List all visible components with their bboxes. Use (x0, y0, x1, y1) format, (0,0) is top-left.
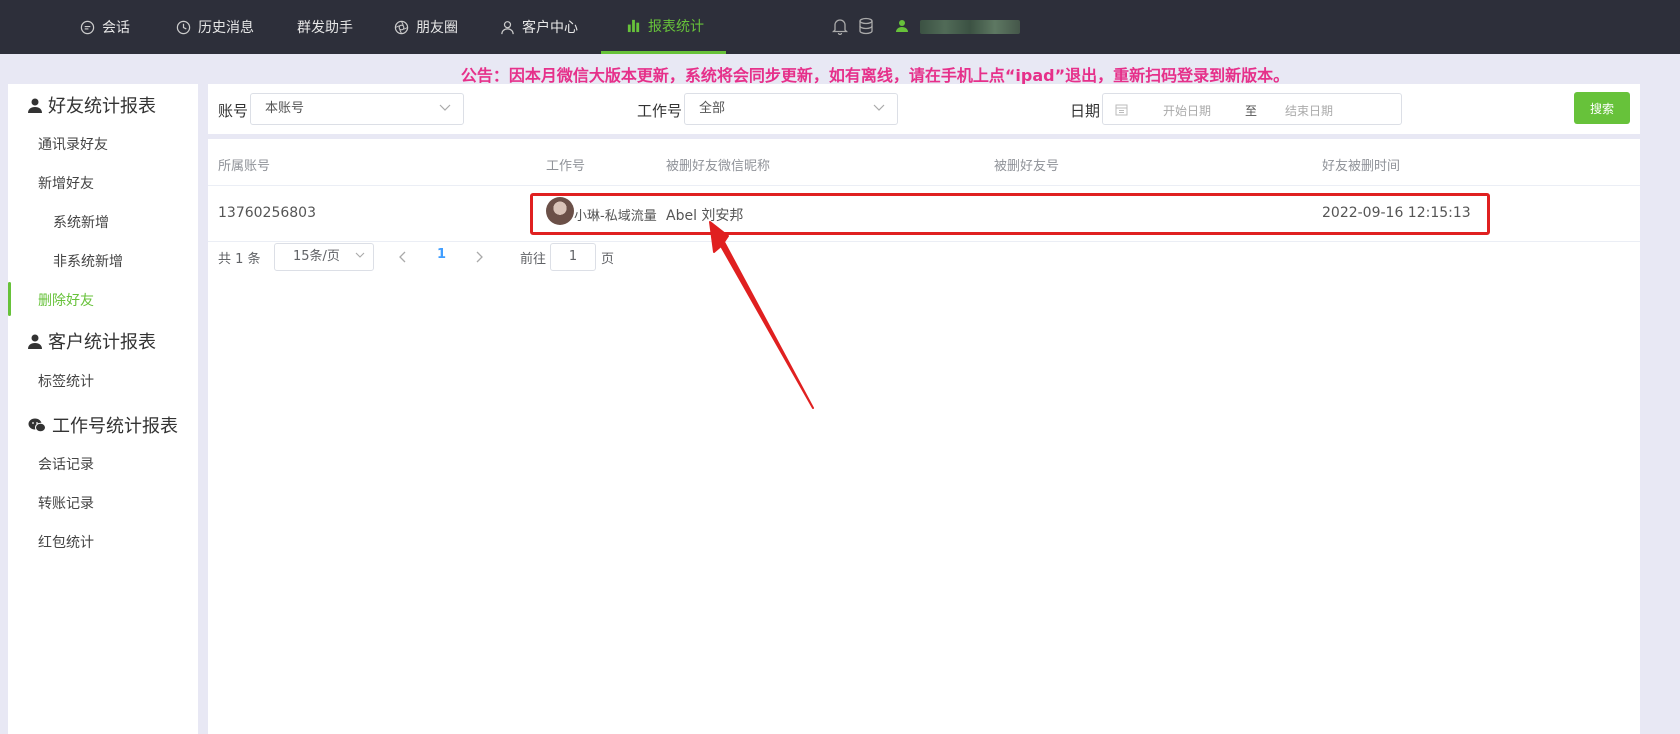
nav-item-reports[interactable]: 报表统计 (601, 0, 726, 54)
date-end-placeholder[interactable]: 结束日期 (1285, 102, 1333, 119)
user-status-icon (896, 20, 908, 32)
search-button[interactable]: 搜索 (1574, 92, 1630, 124)
user-icon (501, 20, 514, 34)
sidebar-group-customers[interactable]: 客户统计报表 (28, 328, 156, 354)
date-range-picker[interactable]: 开始日期 至 结束日期 (1102, 93, 1402, 125)
nav-item-history[interactable]: 历史消息 (176, 0, 254, 54)
database-icon[interactable] (858, 17, 874, 35)
sidebar: 好友统计报表 通讯录好友 新增好友 系统新增 非系统新增 删除好友 客户统计报表… (8, 84, 198, 734)
aperture-icon (394, 20, 409, 34)
current-page[interactable]: 1 (437, 247, 446, 262)
sidebar-group-title: 工作号统计报表 (52, 416, 178, 437)
top-navbar: 会话 历史消息 群发助手 朋友圈 客户中心 报表统计 (0, 0, 1680, 54)
sidebar-item-red-packet-stats[interactable]: 红包统计 (38, 532, 94, 552)
sidebar-group-title: 好友统计报表 (48, 96, 156, 117)
sidebar-group-work-accounts[interactable]: 工作号统计报表 (28, 412, 178, 438)
sidebar-item-contacts[interactable]: 通讯录好友 (38, 134, 108, 154)
sidebar-item-tag-stats[interactable]: 标签统计 (38, 371, 94, 391)
column-header-account: 所属账号 (218, 159, 271, 174)
chat-bubble-icon (80, 20, 95, 34)
sidebar-item-new-friends[interactable]: 新增好友 (38, 173, 94, 193)
page-size-value: 15条/页 (293, 249, 340, 264)
work-select-value: 全部 (699, 101, 726, 116)
column-header-deleted-time: 好友被删时间 (1322, 159, 1401, 174)
clock-icon (176, 20, 191, 34)
sidebar-group-title: 客户统计报表 (48, 332, 156, 353)
results-panel: 所属账号 工作号 被删好友微信昵称 被删好友号 好友被删时间 137602568… (208, 139, 1640, 734)
highlight-box (530, 193, 1490, 235)
wechat-icon (28, 418, 46, 432)
bar-chart-icon (627, 19, 640, 33)
next-page-icon[interactable] (476, 251, 484, 263)
nav-item-label: 历史消息 (198, 20, 254, 36)
active-indicator (8, 282, 11, 316)
nav-item-broadcast[interactable]: 群发助手 (297, 0, 353, 54)
date-start-placeholder[interactable]: 开始日期 (1163, 102, 1211, 119)
row-divider (208, 241, 1640, 242)
column-header-friend-id: 被删好友号 (994, 159, 1060, 174)
nav-item-label: 报表统计 (648, 18, 704, 35)
nav-item-label: 朋友圈 (416, 20, 458, 36)
announcement-banner: 公告：因本月微信大版本更新，系统将会同步更新，如有离线，请在手机上点“ipad”… (460, 66, 1290, 85)
nav-item-label: 会话 (102, 20, 130, 36)
bell-icon[interactable] (832, 17, 848, 35)
date-label: 日期 (1070, 102, 1101, 120)
column-header-nickname: 被删好友微信昵称 (666, 159, 771, 174)
filter-bar: 账号 本账号 工作号 全部 日期 开始日期 至 结束日期 搜索 (208, 84, 1640, 134)
column-header-work: 工作号 (546, 159, 586, 174)
account-label: 账号 (218, 102, 249, 120)
chevron-down-icon (873, 104, 885, 111)
page-size-select[interactable]: 15条/页 (274, 243, 374, 271)
sidebar-group-friends[interactable]: 好友统计报表 (28, 92, 156, 118)
user-icon (28, 334, 42, 349)
nav-item-customer-center[interactable]: 客户中心 (500, 0, 578, 54)
goto-label: 前往 (520, 252, 547, 267)
header-divider (208, 185, 1640, 186)
username-blurred[interactable] (920, 20, 1020, 34)
sidebar-item-system-new[interactable]: 系统新增 (53, 212, 109, 232)
page-suffix: 页 (601, 252, 615, 267)
cell-account: 13760256803 (218, 205, 316, 221)
sidebar-item-transfer-records[interactable]: 转账记录 (38, 493, 94, 513)
work-select[interactable]: 全部 (684, 93, 898, 125)
chevron-down-icon (355, 252, 365, 258)
chevron-down-icon (439, 104, 451, 111)
sidebar-item-deleted-friends[interactable]: 删除好友 (38, 290, 94, 310)
calendar-icon (1115, 104, 1128, 116)
goto-page-input[interactable]: 1 (550, 243, 596, 271)
nav-item-label: 客户中心 (522, 20, 578, 36)
user-icon (28, 98, 42, 113)
nav-item-chat[interactable]: 会话 (80, 0, 130, 54)
nav-item-moments[interactable]: 朋友圈 (394, 0, 458, 54)
work-label: 工作号 (637, 102, 683, 120)
prev-page-icon[interactable] (398, 251, 406, 263)
sidebar-item-non-system-new[interactable]: 非系统新增 (53, 251, 123, 271)
nav-item-label: 群发助手 (297, 20, 353, 36)
sidebar-item-chat-records[interactable]: 会话记录 (38, 454, 94, 474)
date-separator: 至 (1245, 104, 1258, 118)
account-select-value: 本账号 (265, 101, 305, 116)
account-select[interactable]: 本账号 (250, 93, 464, 125)
pagination-total: 共 1 条 (218, 252, 261, 267)
